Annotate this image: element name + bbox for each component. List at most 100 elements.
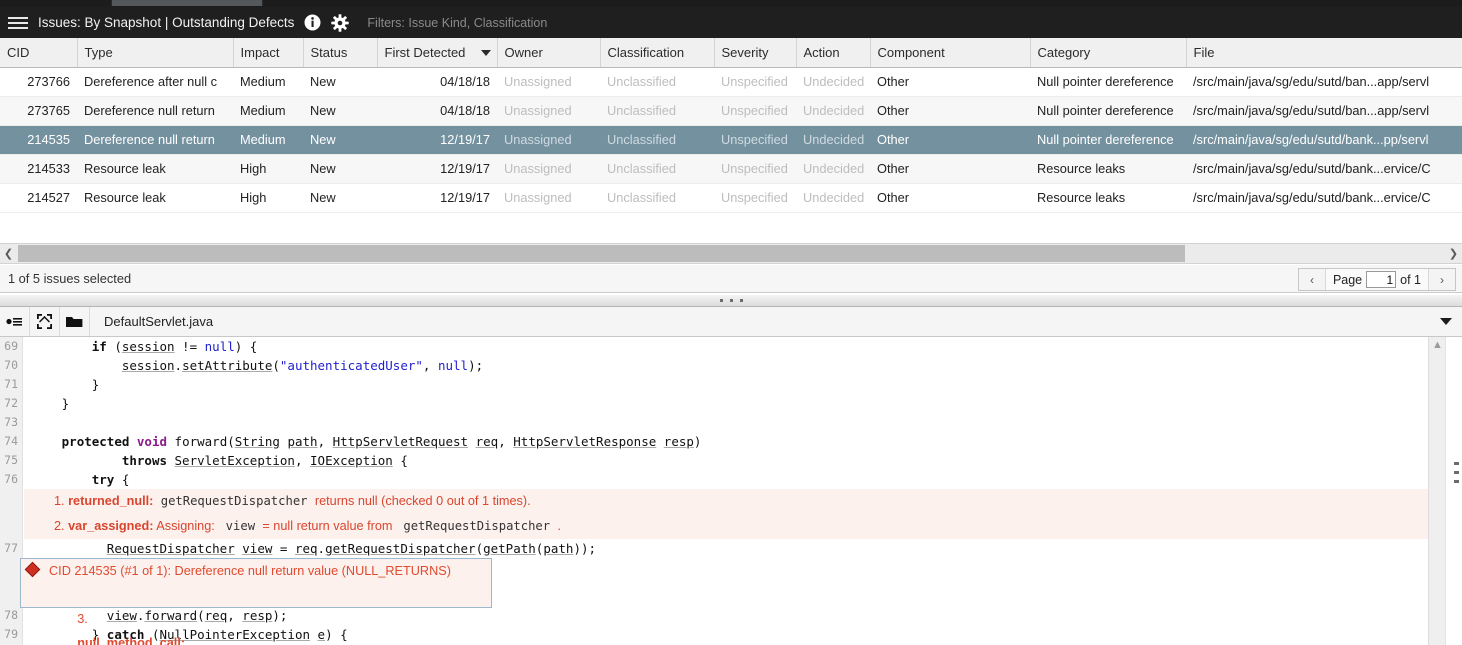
cell-type: Dereference null return	[77, 96, 233, 126]
code-token: throws	[121, 453, 175, 468]
cell-component: Other	[870, 125, 1030, 155]
sort-descending-caret[interactable]	[480, 50, 491, 56]
table-row[interactable]: 214535 Dereference null return Medium New 12…	[0, 125, 1462, 155]
column-header-component[interactable]: Component	[870, 38, 1031, 68]
cell-file: /src/main/java/sg/edu/sutd/bank...pp/ser…	[1186, 125, 1462, 155]
event-annotation[interactable]: 1. returned_null: getRequestDispatcher r…	[24, 489, 1428, 514]
app-header: Issues: By Snapshot | Outstanding Defect…	[0, 7, 1462, 38]
code-token: }	[91, 377, 100, 392]
prev-page-button[interactable]: ‹	[1298, 269, 1325, 290]
cell-classification: Unclassified	[600, 96, 714, 126]
line-number: 69	[4, 339, 18, 353]
chevron-down-icon[interactable]	[1440, 318, 1452, 325]
gear-icon[interactable]	[331, 13, 350, 32]
column-header-label: File	[1193, 44, 1215, 60]
cell-impact: Medium	[233, 125, 303, 155]
cell-type: Resource leak	[77, 154, 233, 184]
table-row[interactable]: 273766 Dereference after null c Medium New 0…	[0, 67, 1462, 97]
code-token: setAttribute	[182, 358, 273, 373]
column-header-status[interactable]: Status	[303, 38, 378, 68]
issues-table-container: CID Type Impact Status First Detected Owner Cl…	[0, 38, 1462, 243]
next-page-button[interactable]: ›	[1429, 269, 1455, 290]
rail-marker[interactable]	[1454, 480, 1459, 483]
cell-action: Undecided	[796, 183, 870, 213]
line-number: 78	[4, 608, 18, 622]
code-token: .	[174, 358, 183, 373]
column-header-file[interactable]: File	[1186, 38, 1462, 68]
cell-file: /src/main/java/sg/edu/sutd/bank...ervice…	[1186, 183, 1462, 213]
code-line: protected void forward(String path, Http…	[24, 432, 1428, 451]
info-icon[interactable]	[304, 14, 321, 31]
gutter-blank	[0, 558, 22, 582]
line-number: 79	[4, 627, 18, 641]
column-header-first-detected[interactable]: First Detected	[377, 38, 498, 68]
scroll-left-icon[interactable]: ❮	[0, 244, 17, 263]
code-token: null	[204, 339, 235, 354]
cell-severity: Unspecified	[714, 96, 796, 126]
code-token: IOException	[310, 453, 393, 468]
table-horizontal-scrollbar[interactable]: ❮ ❯	[0, 243, 1462, 264]
expand-icon[interactable]	[30, 307, 60, 336]
table-header-row: CID Type Impact Status First Detected Owner Cl…	[0, 38, 1462, 68]
code-token: !=	[174, 339, 205, 354]
cell-impact: High	[233, 154, 303, 184]
page-input[interactable]	[1366, 271, 1397, 288]
editor-toolbar: DefaultServlet.java	[0, 307, 1462, 337]
cell-component: Other	[870, 67, 1030, 97]
cell-first-detected: 04/18/18	[377, 67, 497, 97]
column-header-cid[interactable]: CID	[0, 38, 78, 68]
event-text: .	[557, 519, 561, 533]
code-token: (	[475, 541, 484, 556]
event-name: var_assigned:	[68, 519, 154, 533]
pane-splitter[interactable]	[0, 294, 1462, 307]
hamburger-icon[interactable]	[0, 7, 36, 38]
defect-title: CID 214535 (#1 of 1): Dereference null r…	[49, 564, 451, 578]
code-token: protected	[61, 434, 137, 449]
code-line: }	[24, 394, 1428, 413]
code-vertical-scrollbar[interactable]: ▲	[1428, 337, 1445, 645]
defect-callout-box[interactable]: CID 214535 (#1 of 1): Dereference null r…	[20, 558, 492, 645]
code-token: session	[121, 358, 175, 373]
show-events-icon[interactable]	[0, 307, 30, 336]
scroll-right-icon[interactable]: ❯	[1445, 244, 1462, 263]
background-tab[interactable]	[111, 0, 263, 6]
column-header-classification[interactable]: Classification	[600, 38, 715, 68]
code-token: req	[294, 541, 318, 556]
event-text: getRequestDispatcher	[153, 494, 315, 508]
column-header-type[interactable]: Type	[77, 38, 234, 68]
event-annotation[interactable]: 2. var_assigned: Assigning: view = null …	[24, 514, 1428, 539]
line-number: 71	[4, 377, 18, 391]
column-header-action[interactable]: Action	[796, 38, 871, 68]
issues-table: CID Type Impact Status First Detected Owner Cl…	[0, 38, 1462, 213]
code-token: void	[136, 434, 168, 449]
code-token: ServletException	[174, 453, 295, 468]
cell-action: Undecided	[796, 67, 870, 97]
column-header-severity[interactable]: Severity	[714, 38, 797, 68]
code-token: )	[693, 434, 702, 449]
table-row[interactable]: 214533 Resource leak High New 12/19/17 Unassi…	[0, 154, 1462, 184]
cell-first-detected: 04/18/18	[377, 96, 497, 126]
cell-action: Undecided	[796, 96, 870, 126]
table-row[interactable]: 273765 Dereference null return Medium New 04…	[0, 96, 1462, 126]
code-token: ,	[294, 453, 311, 468]
defect-marker-rail[interactable]	[1445, 337, 1462, 645]
rail-marker[interactable]	[1454, 471, 1459, 474]
cell-component: Other	[870, 183, 1030, 213]
column-header-owner[interactable]: Owner	[497, 38, 601, 68]
column-header-impact[interactable]: Impact	[233, 38, 304, 68]
code-token: );	[272, 608, 288, 623]
cell-component: Other	[870, 96, 1030, 126]
code-token: ));	[573, 541, 597, 556]
editor-filename: DefaultServlet.java	[104, 314, 214, 329]
code-token: if	[91, 339, 115, 354]
scroll-up-icon[interactable]: ▲	[1432, 339, 1443, 351]
line-number: 73	[4, 415, 18, 429]
table-row[interactable]: 214527 Resource leak High New 12/19/17 Unassi…	[0, 183, 1462, 213]
folder-icon[interactable]	[60, 307, 90, 336]
hscroll-thumb[interactable]	[18, 245, 1185, 262]
rail-marker[interactable]	[1454, 462, 1459, 465]
column-header-label: Status	[310, 44, 348, 60]
column-header-category[interactable]: Category	[1030, 38, 1187, 68]
code-token: ,	[317, 434, 333, 449]
